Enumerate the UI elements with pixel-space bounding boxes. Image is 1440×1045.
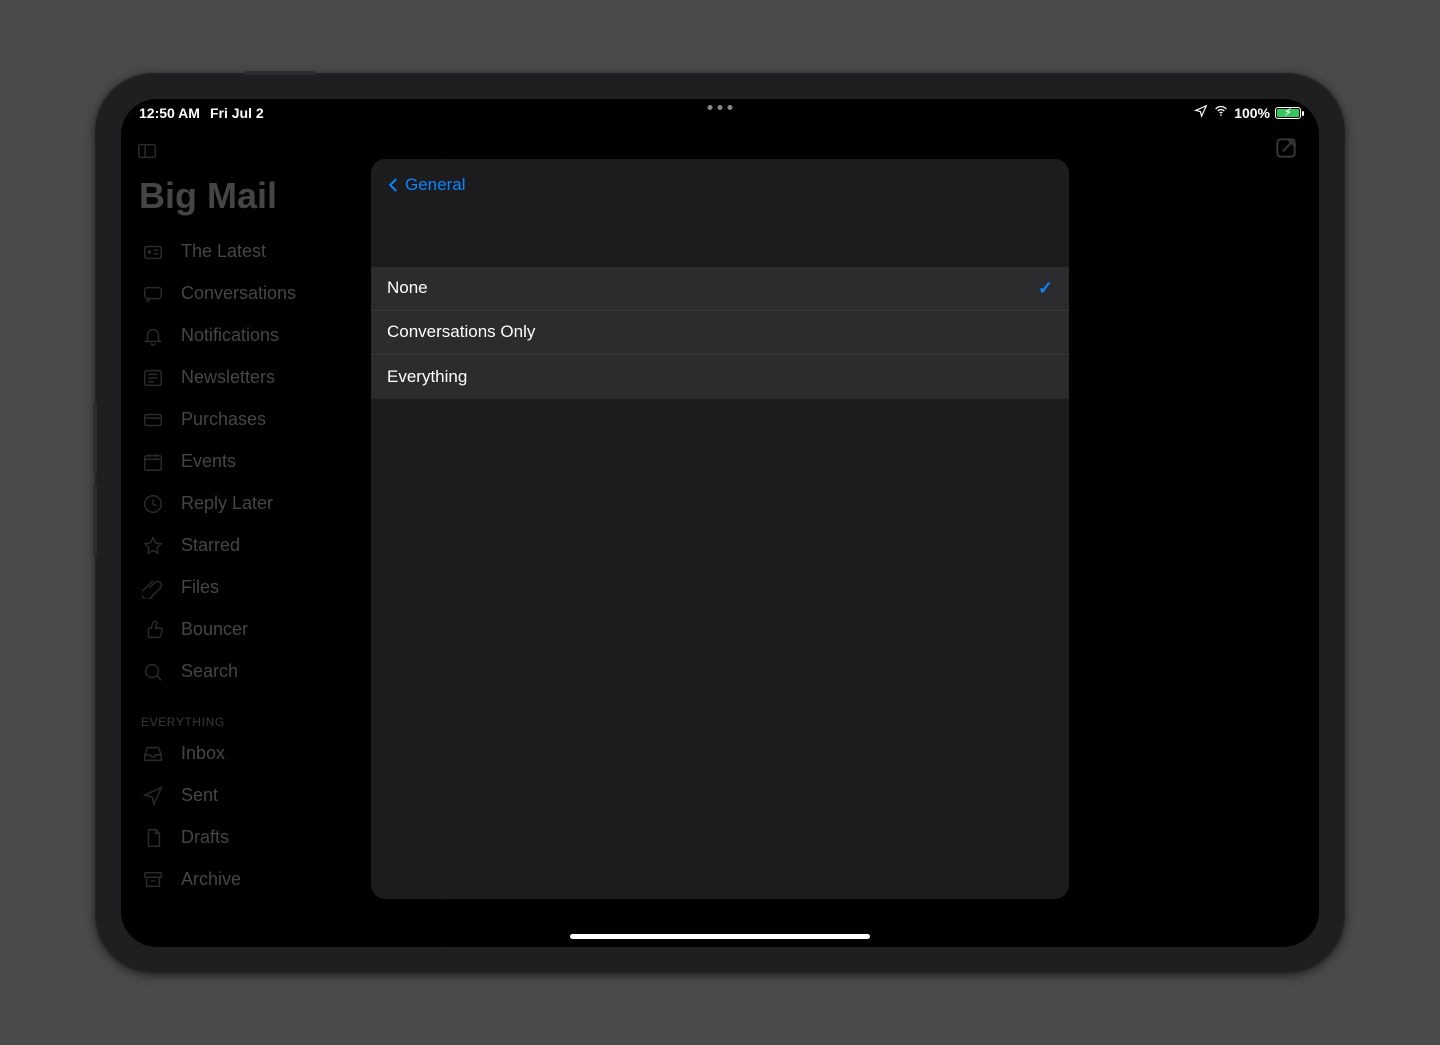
sidebar-item-label: Drafts (181, 827, 229, 848)
sidebar-item-label: Events (181, 451, 236, 472)
paperclip-icon (141, 576, 165, 600)
sidebar-item-label: The Latest (181, 241, 266, 262)
sidebar-item-label: Newsletters (181, 367, 275, 388)
status-time: 12:50 AM (139, 105, 200, 121)
clock-icon (141, 492, 165, 516)
sidebar-item-label: Notifications (181, 325, 279, 346)
option-list: None ✓ Conversations Only Everything (371, 267, 1069, 399)
send-icon (141, 784, 165, 808)
sidebar-item-label: Archive (181, 869, 241, 890)
home-indicator[interactable] (570, 934, 870, 939)
sidebar-item-label: Purchases (181, 409, 266, 430)
volume-up-button[interactable] (93, 403, 97, 473)
card-icon (141, 408, 165, 432)
sidebar-item-label: Conversations (181, 283, 296, 304)
checkmark-icon: ✓ (1038, 278, 1053, 299)
newspaper-icon (141, 366, 165, 390)
ipad-frame: 12:50 AM Fri Jul 2 100% ⚡︎ (95, 73, 1345, 973)
back-label: General (405, 175, 465, 195)
sidebar-item-label: Reply Later (181, 493, 273, 514)
ipad-screen: 12:50 AM Fri Jul 2 100% ⚡︎ (121, 99, 1319, 947)
sidebar-item-label: Inbox (181, 743, 225, 764)
option-label: Everything (387, 367, 467, 387)
status-date: Fri Jul 2 (210, 105, 264, 121)
modal-header: General (371, 159, 1069, 211)
battery-icon: ⚡︎ (1275, 107, 1301, 119)
calendar-icon (141, 450, 165, 474)
sidebar-item-label: Bouncer (181, 619, 248, 640)
archive-icon (141, 868, 165, 892)
sidebar-item-label: Search (181, 661, 238, 682)
status-bar: 12:50 AM Fri Jul 2 100% ⚡︎ (121, 99, 1319, 127)
option-label: Conversations Only (387, 322, 535, 342)
sidebar-item-label: Files (181, 577, 219, 598)
location-icon (1194, 104, 1208, 121)
sidebar-item-label: Sent (181, 785, 218, 806)
settings-modal: General None ✓ Conversations Only Everythin… (371, 159, 1069, 899)
radio-icon (141, 240, 165, 264)
back-button[interactable]: General (379, 170, 471, 200)
option-row[interactable]: Conversations Only (371, 311, 1069, 355)
search-icon (141, 660, 165, 684)
bell-icon (141, 324, 165, 348)
option-label: None (387, 278, 428, 298)
wifi-icon (1213, 103, 1229, 122)
volume-down-button[interactable] (93, 485, 97, 555)
inbox-icon (141, 742, 165, 766)
battery-percent: 100% (1234, 105, 1270, 121)
power-button[interactable] (245, 71, 315, 75)
thumbsup-icon (141, 618, 165, 642)
compose-button[interactable] (1273, 135, 1299, 161)
multitask-dots[interactable] (708, 105, 733, 110)
option-row[interactable]: None ✓ (371, 267, 1069, 311)
toggle-sidebar-icon[interactable] (135, 139, 159, 163)
sidebar-item-label: Starred (181, 535, 240, 556)
chat-icon (141, 282, 165, 306)
star-icon (141, 534, 165, 558)
doc-icon (141, 826, 165, 850)
option-row[interactable]: Everything (371, 355, 1069, 399)
